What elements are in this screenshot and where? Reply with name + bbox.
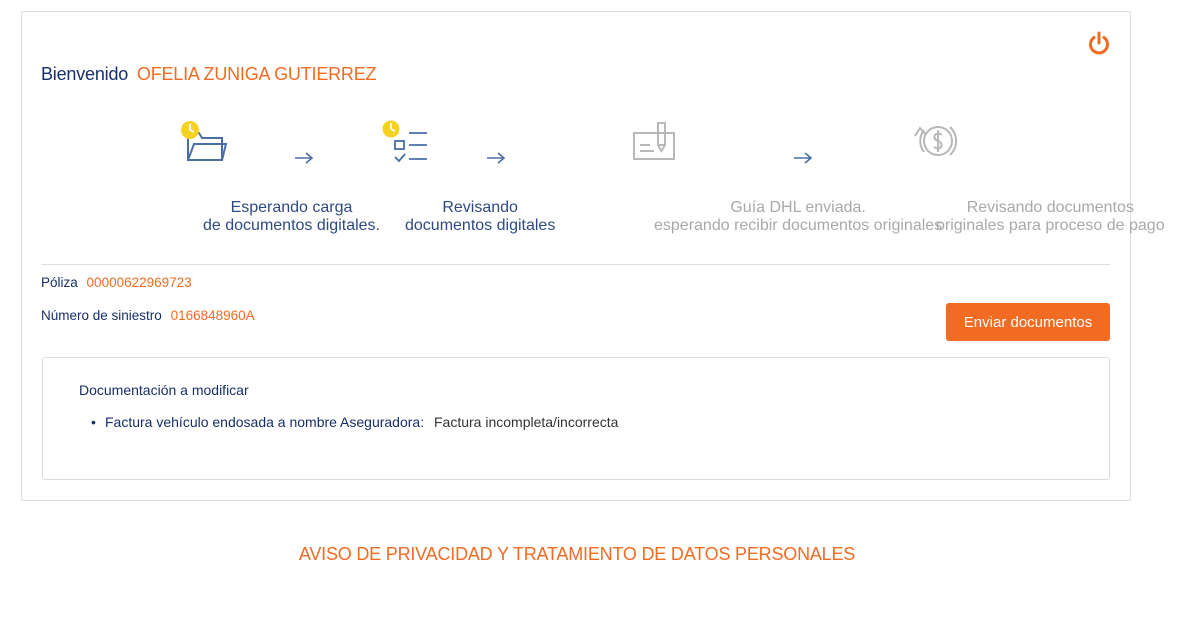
step-4-caption: Revisando documentos originales para pro… <box>936 199 1165 234</box>
checklist-clock-icon <box>381 119 431 170</box>
claim-field: Número de siniestro 0166848960A <box>41 308 255 323</box>
arrow-right-icon <box>792 151 814 165</box>
welcome-label: Bienvenido <box>41 64 129 84</box>
document-status: Factura incompleta/incorrecta <box>434 414 619 430</box>
documents-title: Documentación a modificar <box>79 382 249 398</box>
welcome-heading: Bienvenido OFELIA ZUNIGA GUTIERREZ <box>41 64 377 85</box>
document-name: Factura vehículo endosada a nombre Asegu… <box>105 414 425 430</box>
documents-to-modify-panel: Documentación a modificar • Factura vehí… <box>42 357 1110 480</box>
claim-label: Número de siniestro <box>41 308 162 323</box>
policy-label: Póliza <box>41 275 78 290</box>
claim-value: 0166848960A <box>170 308 255 323</box>
step-2-caption: Revisando documentos digitales <box>405 199 556 234</box>
arrow-right-icon <box>293 151 315 165</box>
power-icon[interactable] <box>1087 31 1111 57</box>
step-1-caption: Esperando carga de documentos digitales. <box>203 199 380 234</box>
send-documents-button[interactable]: Enviar documentos <box>946 303 1110 341</box>
divider <box>41 264 1110 265</box>
bullet-icon: • <box>91 414 96 430</box>
folder-clock-icon <box>178 118 228 171</box>
money-refresh-icon <box>910 118 962 169</box>
list-item: • Factura vehículo endosada a nombre Ase… <box>91 414 619 430</box>
policy-field: Póliza 00000622969723 <box>41 275 192 290</box>
policy-value: 00000622969723 <box>86 275 192 290</box>
step-3-caption: Guía DHL enviada. esperando recibir docu… <box>654 199 943 234</box>
arrow-right-icon <box>485 151 507 165</box>
user-name: OFELIA ZUNIGA GUTIERREZ <box>136 64 377 84</box>
document-signature-icon <box>630 119 678 168</box>
privacy-notice-link[interactable]: AVISO DE PRIVACIDAD Y TRATAMIENTO DE DAT… <box>0 544 1154 565</box>
